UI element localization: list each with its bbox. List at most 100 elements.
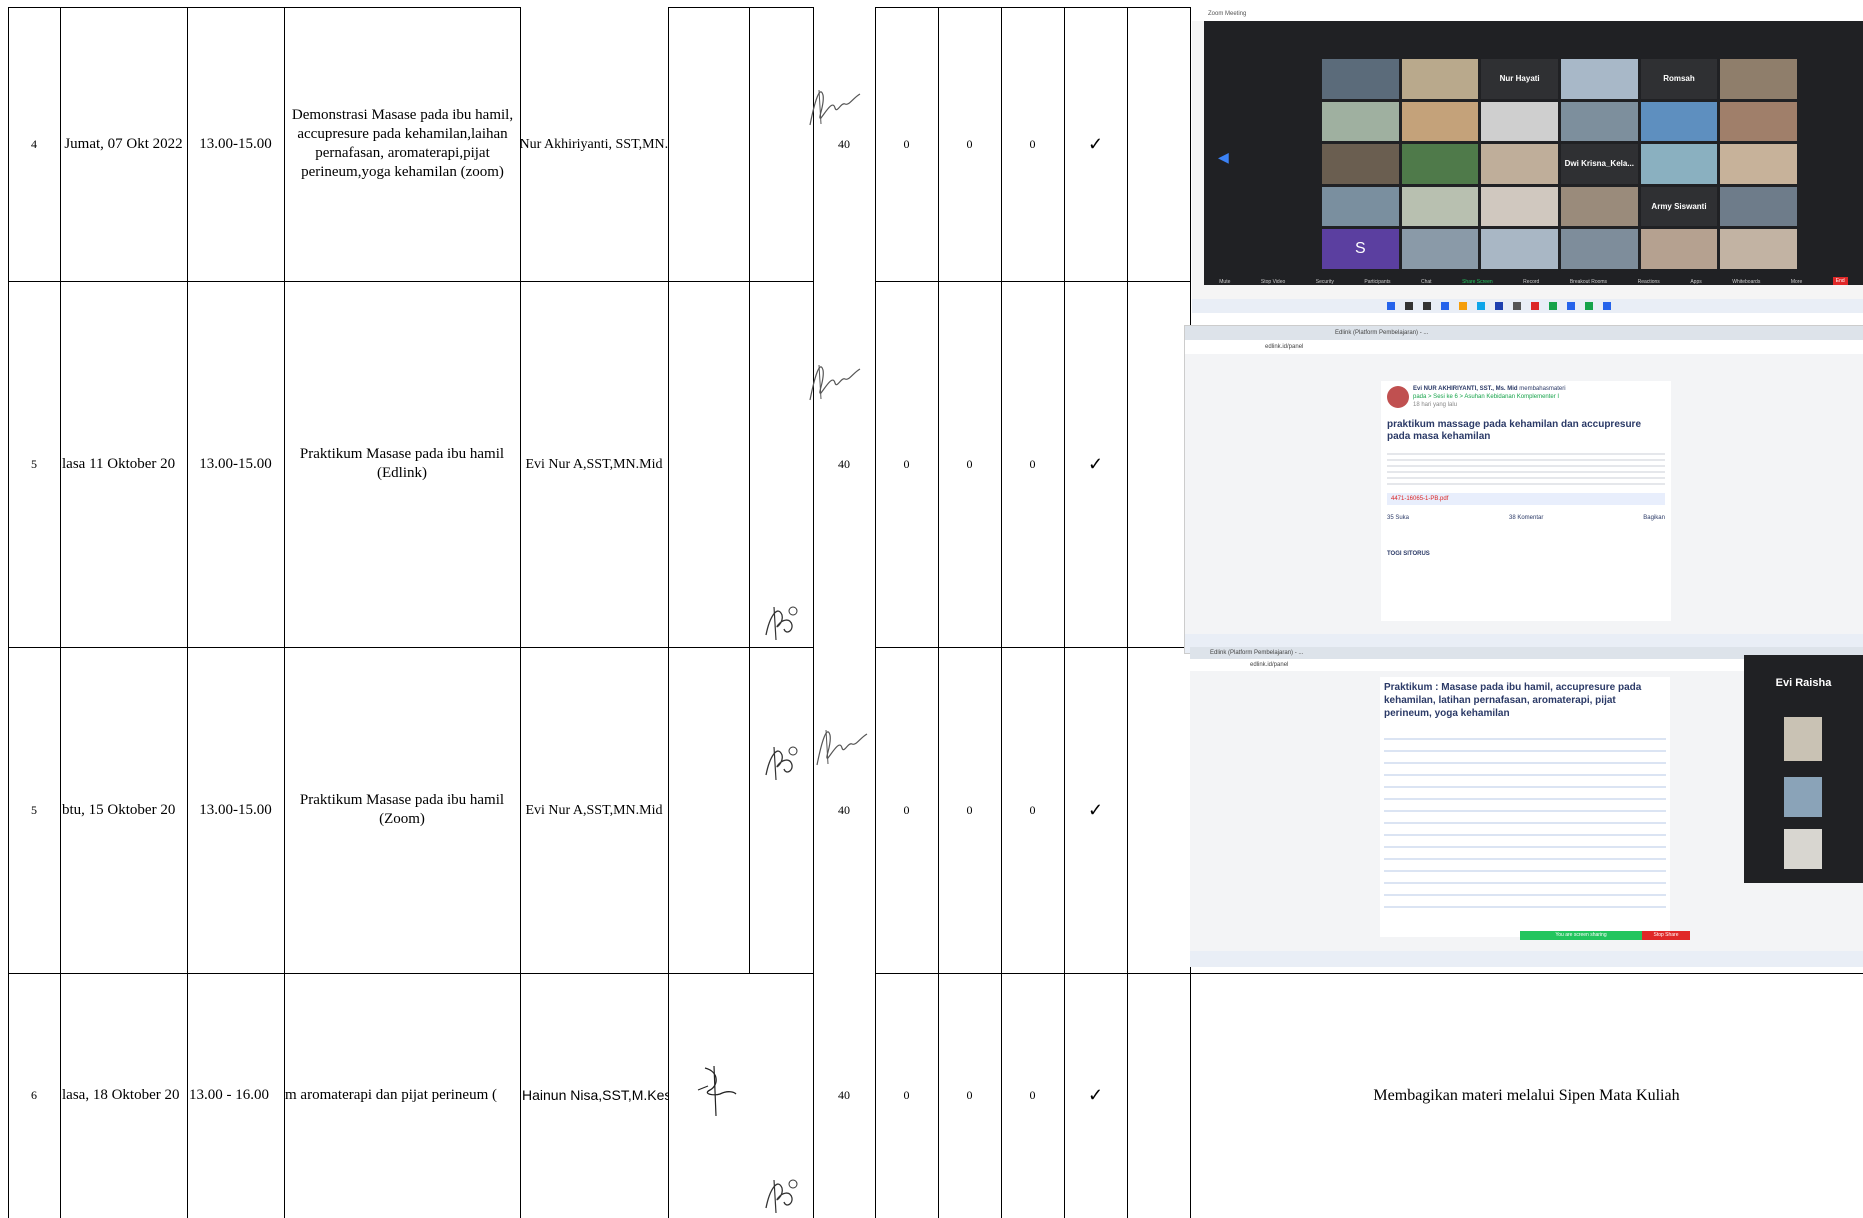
row-participants: 40 xyxy=(838,456,850,471)
post-card: Evi NUR AKHIRIYANTI, SST., Ms. Mid memba… xyxy=(1381,381,1671,621)
row-time: 13.00-15.00 xyxy=(199,801,272,818)
participant-name: Army Siswanti xyxy=(1640,186,1718,227)
address-bar: edlink.id/panel xyxy=(1185,340,1863,354)
browser-tab[interactable]: Edlink (Platform Pembelajaran) - ... xyxy=(1210,650,1303,656)
row-count-3: 0 xyxy=(1029,136,1036,151)
row-topic: Demonstrasi Masase pada ibu hamil, accup… xyxy=(291,107,514,180)
signature-image xyxy=(765,1179,798,1214)
signature-image xyxy=(765,746,798,781)
row-topic: m aromaterapi dan pijat perineum ( xyxy=(285,1087,497,1103)
speaker-name: Evi Raisha xyxy=(1775,677,1832,689)
row-date: btu, 15 Oktober 20 xyxy=(62,801,176,818)
row-participants: 40 xyxy=(838,802,850,817)
checkmark-icon: ✓ xyxy=(1087,133,1104,154)
reactions-button[interactable]: Reactions xyxy=(1638,279,1660,285)
comment-button[interactable]: 38 Komentar xyxy=(1509,515,1543,521)
row-count-1: 0 xyxy=(903,1088,910,1102)
post-body xyxy=(1384,728,1666,918)
participant-name: Dwi Krisna_Kela... xyxy=(1560,144,1638,184)
signature-image xyxy=(765,606,798,641)
row-date: lasa, 18 Oktober 20 xyxy=(62,1087,180,1103)
participant-video xyxy=(1784,777,1822,817)
row-lecturer: Evi Nur A,SST,MN.Mid xyxy=(525,802,663,818)
row-count-2: 0 xyxy=(966,1088,973,1102)
avatar xyxy=(1387,386,1409,408)
row-count-2: 0 xyxy=(966,136,973,151)
participant-video xyxy=(1784,717,1822,761)
breakout-rooms-button[interactable]: Breakout Rooms xyxy=(1570,279,1607,285)
row-participants: 40 xyxy=(838,136,850,151)
edlink-screenshot: Edlink (Platform Pembelajaran) - ... edl… xyxy=(1184,325,1863,654)
post-body xyxy=(1387,449,1665,485)
previous-page-icon[interactable]: ◀ xyxy=(1218,149,1229,166)
url-input[interactable]: edlink.id/panel xyxy=(1265,344,1303,350)
mute-button[interactable]: Mute xyxy=(1219,279,1230,285)
row-number: 6 xyxy=(31,1088,37,1102)
row-count-3: 0 xyxy=(1029,1088,1036,1102)
row-count-2: 0 xyxy=(966,802,973,817)
row-count-1: 0 xyxy=(903,802,910,817)
taskbar xyxy=(1192,299,1863,313)
signature-image xyxy=(809,364,861,401)
row-lecturer: Evi Nur A,SST,MN.Mid xyxy=(525,456,663,472)
participants-button[interactable]: Participants xyxy=(1364,279,1390,285)
row-count-1: 0 xyxy=(903,456,910,471)
evidence-text: Membagikan materi melalui Sipen Mata Kul… xyxy=(1373,1087,1680,1104)
stop-video-button[interactable]: Stop Video xyxy=(1261,279,1285,285)
signature-image xyxy=(816,729,868,766)
whiteboards-button[interactable]: Whiteboards xyxy=(1732,279,1760,285)
stop-share-button[interactable]: Stop Share xyxy=(1642,931,1690,940)
security-button[interactable]: Security xyxy=(1316,279,1334,285)
sharing-status: You are screen sharing xyxy=(1520,931,1642,940)
attachment-file[interactable]: 4471-16065-1-PB.pdf xyxy=(1387,493,1665,505)
share-screen-button[interactable]: Share Screen xyxy=(1462,279,1493,285)
window-title: Zoom Meeting xyxy=(1192,7,1863,21)
commenter-name: TOGI SITORUS xyxy=(1387,551,1430,557)
post-title: praktikum massage pada kehamilan dan acc… xyxy=(1387,419,1641,442)
poster-action: membahasmateri xyxy=(1519,386,1566,392)
taskbar xyxy=(1190,951,1863,967)
row-count-3: 0 xyxy=(1029,802,1036,817)
participant-video xyxy=(1784,829,1822,869)
breadcrumb[interactable]: pada > Sesi ke 6 > Asuhan Kebidanan Komp… xyxy=(1413,394,1559,400)
share-button[interactable]: Bagikan xyxy=(1643,515,1665,521)
row-count-1: 0 xyxy=(903,136,910,151)
poster-name[interactable]: Evi NUR AKHIRIYANTI, SST., Ms. Mid xyxy=(1413,386,1518,392)
url-input[interactable]: edlink.id/panel xyxy=(1250,662,1288,668)
row-lecturer: Hainun Nisa,SST,M.Kes xyxy=(522,1087,668,1103)
post-card: Praktikum : Masase pada ibu hamil, accup… xyxy=(1380,677,1670,937)
participant-name: Romsah xyxy=(1640,59,1718,99)
row-number: 5 xyxy=(31,802,37,817)
row-count-2: 0 xyxy=(966,456,973,471)
row-count-3: 0 xyxy=(1029,456,1036,471)
post-title: Praktikum : Masase pada ibu hamil, accup… xyxy=(1384,682,1642,719)
row-number: 5 xyxy=(31,456,37,471)
post-time: 18 hari yang lalu xyxy=(1413,402,1458,408)
row-time: 13.00-15.00 xyxy=(199,135,272,152)
row-time: 13.00-15.00 xyxy=(199,455,272,472)
row-date: lasa 11 Oktober 20 xyxy=(62,455,176,472)
browser-tabbar: Edlink (Platform Pembelajaran) - ... xyxy=(1185,326,1863,340)
browser-tab[interactable]: Edlink (Platform Pembelajaran) - ... xyxy=(1335,330,1428,336)
checkmark-icon: ✓ xyxy=(1087,1085,1104,1105)
signature-image xyxy=(809,89,861,126)
zoom-screenshot: Zoom Meeting Nur Hayati Romsah Dwi Krisn… xyxy=(1192,7,1863,313)
row-date: Jumat, 07 Okt 2022 xyxy=(64,135,183,152)
signature-image xyxy=(697,1065,737,1117)
like-button[interactable]: 35 Suka xyxy=(1387,515,1409,521)
zoom-toolbar: Mute Stop Video Security Participants Ch… xyxy=(1204,259,1863,285)
row-number: 4 xyxy=(31,136,37,151)
checkmark-icon: ✓ xyxy=(1087,799,1104,820)
zoom-gallery: Nur Hayati Romsah Dwi Krisna_Kela... Arm… xyxy=(1204,21,1863,285)
apps-button[interactable]: Apps xyxy=(1690,279,1701,285)
row-topic: Praktikum Masase pada ibu hamil (Edlink) xyxy=(299,446,505,481)
chat-button[interactable]: Chat xyxy=(1421,279,1432,285)
row-participants: 40 xyxy=(838,1088,850,1102)
row-time: 13.00 - 16.00 xyxy=(189,1087,269,1103)
record-button[interactable]: Record xyxy=(1523,279,1539,285)
zoom-grid: Nur Hayati Romsah Dwi Krisna_Kela... Arm… xyxy=(1322,59,1797,269)
more-button[interactable]: More xyxy=(1791,279,1802,285)
checkmark-icon: ✓ xyxy=(1087,453,1104,474)
end-button[interactable]: End xyxy=(1832,277,1848,285)
row-topic: Praktikum Masase pada ibu hamil (Zoom) xyxy=(299,792,505,827)
